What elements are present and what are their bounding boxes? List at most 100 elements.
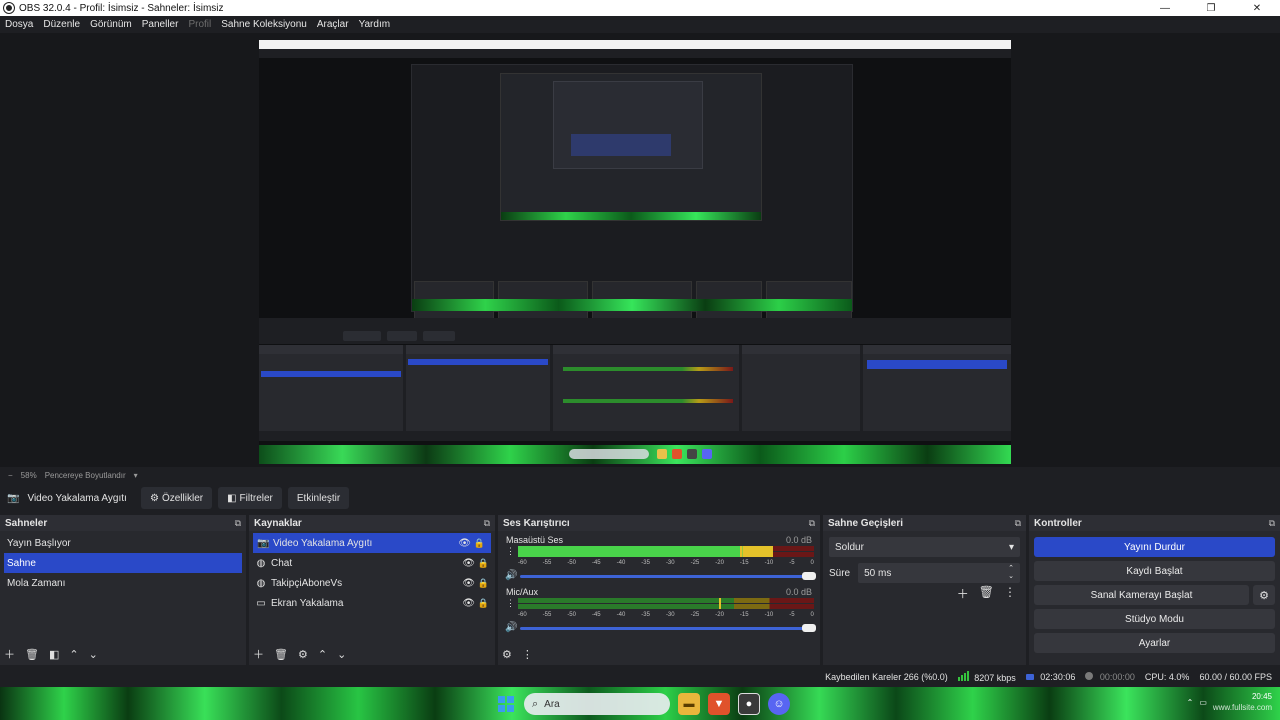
maximize-button[interactable]: ❐: [1188, 0, 1234, 16]
add-transition-icon[interactable]: ＋: [957, 585, 969, 602]
taskbar-apps: ⌕ Ara ▬ ▼ ● ☺: [496, 692, 790, 716]
bitrate-value: 8207 kbps: [974, 673, 1016, 683]
start-recording-button[interactable]: Kaydı Başlat: [1034, 561, 1275, 581]
visibility-eye-icon[interactable]: 👁: [462, 558, 475, 569]
discord-icon[interactable]: ☺: [768, 693, 790, 715]
system-clock[interactable]: 20:45 www.fullsite.com: [1213, 691, 1272, 713]
visibility-eye-icon[interactable]: 👁: [458, 538, 471, 549]
undock-icon[interactable]: ⧉: [1269, 518, 1275, 529]
meter-tick-label: -15: [739, 612, 749, 618]
source-item[interactable]: ▭ Ekran Yakalama 👁 🔒: [249, 593, 495, 613]
obs-app-icon[interactable]: ●: [738, 693, 760, 715]
volume-meter-peak: [719, 598, 722, 609]
mixer-track-menu-icon[interactable]: ⋮: [506, 598, 515, 609]
duration-spinbox[interactable]: 50 ms ⌃ ⌄: [858, 563, 1020, 583]
filters-button[interactable]: ◧ Filtreler: [218, 487, 282, 509]
menu-tools[interactable]: Araçlar: [312, 19, 354, 30]
remove-source-icon[interactable]: 🗑: [274, 648, 288, 661]
scene-item[interactable]: Mola Zamanı: [0, 573, 246, 593]
source-item-selected[interactable]: 📷 Video Yakalama Aygıtı 👁 🔒: [253, 533, 491, 553]
scene-item-selected[interactable]: Sahne: [4, 553, 242, 573]
brave-browser-icon[interactable]: ▼: [708, 693, 730, 715]
remove-transition-icon[interactable]: 🗑: [979, 585, 994, 602]
meter-tick-label: -10: [764, 560, 774, 566]
volume-slider-handle[interactable]: [802, 572, 816, 580]
audio-mixer-dock-title: Ses Karıştırıcı: [503, 517, 570, 529]
meter-tick-label: -40: [616, 560, 626, 566]
lock-icon[interactable]: 🔒: [478, 598, 489, 609]
volume-meter: [518, 546, 814, 560]
lock-icon[interactable]: 🔒: [478, 558, 489, 569]
volume-slider[interactable]: [520, 624, 816, 632]
undock-icon[interactable]: ⧉: [235, 518, 241, 529]
program-preview[interactable]: [259, 40, 1011, 464]
move-up-icon[interactable]: ⌃: [318, 648, 327, 661]
zoom-out-button[interactable]: −: [8, 471, 13, 480]
mixer-menu-icon[interactable]: ⋮: [522, 648, 533, 661]
remove-scene-icon[interactable]: 🗑: [25, 648, 39, 661]
undock-icon[interactable]: ⧉: [484, 518, 490, 529]
duration-value: 50 ms: [864, 567, 892, 579]
advanced-audio-icon[interactable]: ⚙: [502, 648, 512, 661]
scene-item[interactable]: Yayın Başlıyor: [0, 533, 246, 553]
move-up-icon[interactable]: ⌃: [69, 648, 78, 661]
transition-select[interactable]: Soldur ▾: [829, 537, 1020, 557]
gear-icon[interactable]: ⚙: [1253, 585, 1275, 605]
virtual-camera-row: Sanal Kamerayı Başlat ⚙: [1034, 585, 1275, 605]
add-scene-icon[interactable]: ＋: [4, 646, 15, 662]
undock-icon[interactable]: ⧉: [809, 518, 815, 529]
visibility-eye-icon[interactable]: 👁: [462, 578, 475, 589]
lock-icon[interactable]: 🔒: [478, 578, 489, 589]
controls-dock-title: Kontroller: [1034, 517, 1082, 529]
zoom-mode-dropdown-icon[interactable]: ▾: [134, 471, 138, 480]
visibility-eye-icon[interactable]: 👁: [462, 598, 475, 609]
volume-slider-handle[interactable]: [802, 624, 816, 632]
tray-network-icon[interactable]: ▭: [1199, 698, 1207, 707]
meter-tick-label: -10: [764, 612, 774, 618]
menu-scene-collection[interactable]: Sahne Koleksiyonu: [216, 19, 312, 30]
scene-filters-icon[interactable]: ◧: [49, 648, 59, 661]
source-item[interactable]: ◍ Chat 👁 🔒: [249, 553, 495, 573]
source-toolbar: 📷 Video Yakalama Aygıtı ⚙ Özellikler ◧ F…: [0, 483, 1280, 513]
preview-nested-panel: [742, 345, 860, 431]
source-item[interactable]: ◍ TakipçiAboneVs 👁 🔒: [249, 573, 495, 593]
close-button[interactable]: ✕: [1234, 0, 1280, 16]
speaker-icon[interactable]: 🔊: [505, 570, 517, 581]
activate-button[interactable]: Etkinleştir: [287, 487, 350, 509]
windows-taskbar: ⌕ Ara ▬ ▼ ● ☺ ⌃ ▭ 20:45 www.fullsite.com: [0, 687, 1280, 720]
transition-menu-icon[interactable]: ⋮: [1004, 585, 1016, 602]
windows-start-icon[interactable]: [496, 694, 516, 714]
volume-meter: [518, 598, 814, 612]
properties-button[interactable]: ⚙ Özellikler: [141, 487, 213, 509]
menu-edit[interactable]: Düzenle: [38, 19, 85, 30]
tray-chevron-icon[interactable]: ⌃: [1187, 698, 1194, 707]
mixer-track-menu-icon[interactable]: ⋮: [506, 546, 515, 557]
source-properties-icon[interactable]: ⚙: [298, 648, 308, 661]
minimize-button[interactable]: —: [1142, 0, 1188, 16]
preview-nested-canvas: [411, 64, 853, 333]
preview-nested-highlight: [571, 134, 671, 156]
move-down-icon[interactable]: ⌄: [89, 648, 98, 661]
menu-file[interactable]: Dosya: [0, 19, 38, 30]
stop-streaming-button[interactable]: Yayını Durdur: [1034, 537, 1275, 557]
start-virtual-camera-button[interactable]: Sanal Kamerayı Başlat: [1034, 585, 1249, 605]
menu-view[interactable]: Görünüm: [85, 19, 137, 30]
settings-button[interactable]: Ayarlar: [1034, 633, 1275, 653]
file-explorer-icon[interactable]: ▬: [678, 693, 700, 715]
add-source-icon[interactable]: ＋: [253, 646, 264, 662]
monitor-icon: ▭: [256, 597, 266, 609]
stepper-arrows-icon[interactable]: ⌃ ⌄: [1008, 565, 1014, 581]
undock-icon[interactable]: ⧉: [1015, 518, 1021, 529]
volume-slider[interactable]: [520, 572, 816, 580]
taskbar-search[interactable]: ⌕ Ara: [524, 693, 670, 715]
menu-docks[interactable]: Paneller: [137, 19, 184, 30]
studio-mode-button[interactable]: Stüdyo Modu: [1034, 609, 1275, 629]
menu-help[interactable]: Yardım: [354, 19, 396, 30]
menu-profile: Profil: [188, 19, 212, 30]
move-down-icon[interactable]: ⌄: [337, 648, 346, 661]
speaker-icon[interactable]: 🔊: [505, 622, 517, 633]
lock-icon[interactable]: 🔒: [474, 538, 485, 549]
audio-mixer-toolbar: ⚙ ⋮: [498, 643, 820, 665]
source-item-label: TakipçiAboneVs: [271, 577, 343, 589]
preview-nested-zoom-bar: [259, 318, 1011, 328]
